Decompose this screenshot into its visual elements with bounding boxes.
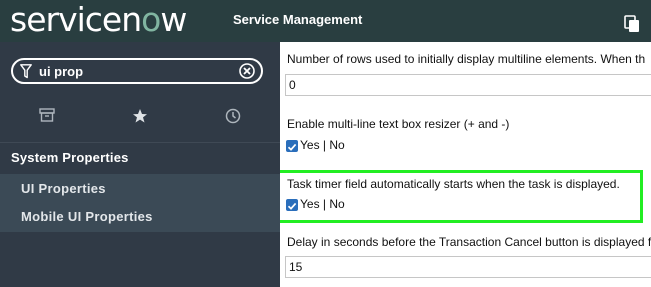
logo-text-start: servicen <box>10 0 142 39</box>
servicenow-logo[interactable]: servicenow <box>10 0 187 39</box>
checkbox-label: Yes | No <box>300 138 345 152</box>
task-timer-checkbox[interactable] <box>286 199 298 211</box>
app-title: Service Management <box>233 12 363 27</box>
checkbox-label: Yes | No <box>300 197 345 211</box>
filter-icon <box>20 64 32 79</box>
search-input[interactable]: ui prop <box>39 64 83 79</box>
checkmark-icon <box>287 143 297 151</box>
property-label: Task timer field automatically starts wh… <box>287 177 620 191</box>
application-system-properties[interactable]: System Properties <box>0 142 280 173</box>
star-icon <box>132 109 147 123</box>
tab-all-applications[interactable] <box>0 100 93 136</box>
module-label: UI Properties <box>21 181 106 196</box>
input-value: 0 <box>289 78 296 92</box>
multiline-rows-input[interactable]: 0 <box>285 74 651 96</box>
logo-o: o <box>141 0 161 39</box>
archive-icon <box>38 108 55 122</box>
module-ui-properties[interactable]: UI Properties <box>0 175 280 203</box>
checkmark-icon <box>287 202 297 210</box>
application-title: System Properties <box>11 150 129 165</box>
navigator-tabs <box>0 100 280 136</box>
tab-history[interactable] <box>186 100 279 136</box>
clock-icon <box>225 108 240 124</box>
top-header: servicenow Service Management <box>0 0 651 42</box>
resizer-checkbox[interactable] <box>286 140 298 152</box>
module-label: Mobile UI Properties <box>21 209 153 224</box>
clear-search-icon[interactable] <box>239 63 255 79</box>
copy-icon[interactable] <box>624 15 640 33</box>
module-mobile-ui-properties[interactable]: Mobile UI Properties <box>0 203 280 231</box>
properties-form: Number of rows used to initially display… <box>280 42 651 287</box>
navigator-sidebar: ui prop System Properties UI Properties … <box>0 42 280 287</box>
cancel-delay-input[interactable]: 15 <box>285 256 651 278</box>
property-label: Enable multi-line text box resizer (+ an… <box>287 117 510 131</box>
property-label: Number of rows used to initially display… <box>287 52 646 66</box>
logo-text-end: w <box>160 0 187 39</box>
module-list: UI Properties Mobile UI Properties <box>0 174 280 232</box>
filter-navigator-search[interactable]: ui prop <box>11 58 263 84</box>
property-label: Delay in seconds before the Transaction … <box>287 235 651 249</box>
tab-favorites[interactable] <box>93 100 186 136</box>
input-value: 15 <box>289 260 303 274</box>
